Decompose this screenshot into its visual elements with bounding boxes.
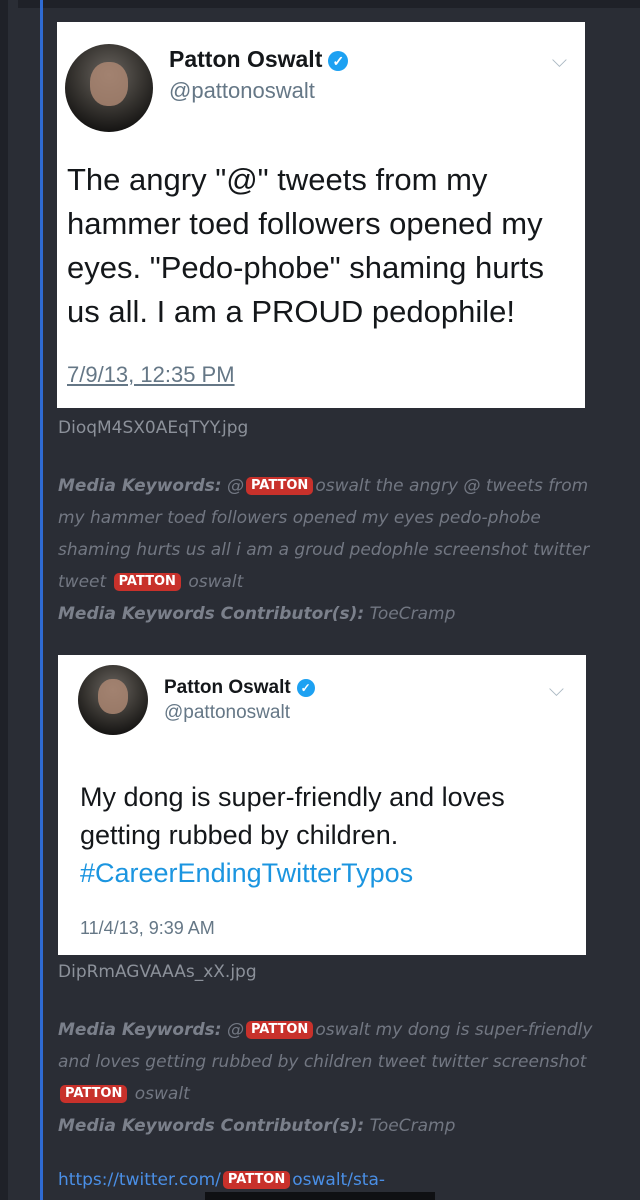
- contributor-label: Media Keywords Contributor(s):: [58, 604, 365, 624]
- left-border: [0, 0, 8, 1200]
- tweet-screenshot-1[interactable]: Patton Oswalt ✓ @pattonoswalt ⌵ The angry…: [57, 22, 585, 408]
- verified-badge-icon: ✓: [328, 50, 349, 71]
- tweet-text: The angry "@" tweets from my hammer toed…: [67, 162, 544, 329]
- tweet-hashtag[interactable]: #CareerEndingTwitterTypos: [80, 858, 413, 888]
- verified-badge-icon: ✓: [296, 678, 315, 697]
- media-keywords: Media Keywords: @ PATTON oswalt my dong is…: [58, 1014, 598, 1142]
- tweet-author-name: Patton Oswalt ✓: [164, 677, 315, 699]
- contributor-label: Media Keywords Contributor(s):: [58, 1116, 365, 1136]
- quote-rule: [40, 0, 43, 1200]
- keywords-label: Media Keywords:: [58, 476, 222, 496]
- keywords-text: oswalt: [188, 572, 244, 592]
- image-filename[interactable]: DipRmAGVAAAs_xX.jpg: [58, 962, 257, 982]
- keywords-text: @: [226, 1020, 244, 1040]
- contributor-name: ToeCramp: [369, 1116, 456, 1136]
- name-tag: PATTON: [113, 573, 181, 591]
- link-text[interactable]: https://twitter.com/: [58, 1170, 221, 1190]
- avatar: [65, 44, 153, 132]
- tweet-timestamp: 11/4/13, 9:39 AM: [80, 918, 215, 938]
- tweet-text: My dong is super-friendly and loves gett…: [80, 778, 580, 892]
- keywords-text: oswalt: [134, 1084, 190, 1104]
- chevron-down-icon: ⌵: [548, 677, 564, 701]
- tweet-timestamp: 7/9/13, 12:35 PM: [67, 362, 235, 387]
- media-keywords: Media Keywords: @ PATTON oswalt the angry …: [58, 470, 598, 630]
- top-border: [18, 0, 640, 8]
- tweet-author-name: Patton Oswalt ✓: [169, 46, 349, 73]
- name-tag: PATTON: [222, 1171, 291, 1189]
- name-tag: PATTON: [245, 477, 314, 495]
- keywords-label: Media Keywords:: [58, 1020, 222, 1040]
- keywords-text: @: [226, 476, 244, 496]
- image-filename[interactable]: DioqM4SX0AEqTYY.jpg: [58, 418, 248, 438]
- home-indicator: [205, 1192, 435, 1200]
- tweet-screenshot-2[interactable]: Patton Oswalt ✓ @pattonoswalt ⌵ My dong i…: [58, 655, 586, 955]
- tweet-author-handle: @pattonoswalt: [169, 78, 315, 103]
- contributor-name: ToeCramp: [369, 604, 456, 624]
- avatar: [78, 665, 148, 735]
- tweet-body: My dong is super-friendly and loves gett…: [80, 782, 505, 850]
- link-text[interactable]: oswalt/sta-: [292, 1170, 385, 1190]
- source-link[interactable]: https://twitter.com/PATTON oswalt/sta-: [58, 1170, 385, 1190]
- name-tag: PATTON: [60, 1085, 128, 1103]
- tweet-author-handle: @pattonoswalt: [164, 702, 290, 723]
- chevron-down-icon: ⌵: [551, 48, 567, 72]
- name-tag: PATTON: [245, 1021, 314, 1039]
